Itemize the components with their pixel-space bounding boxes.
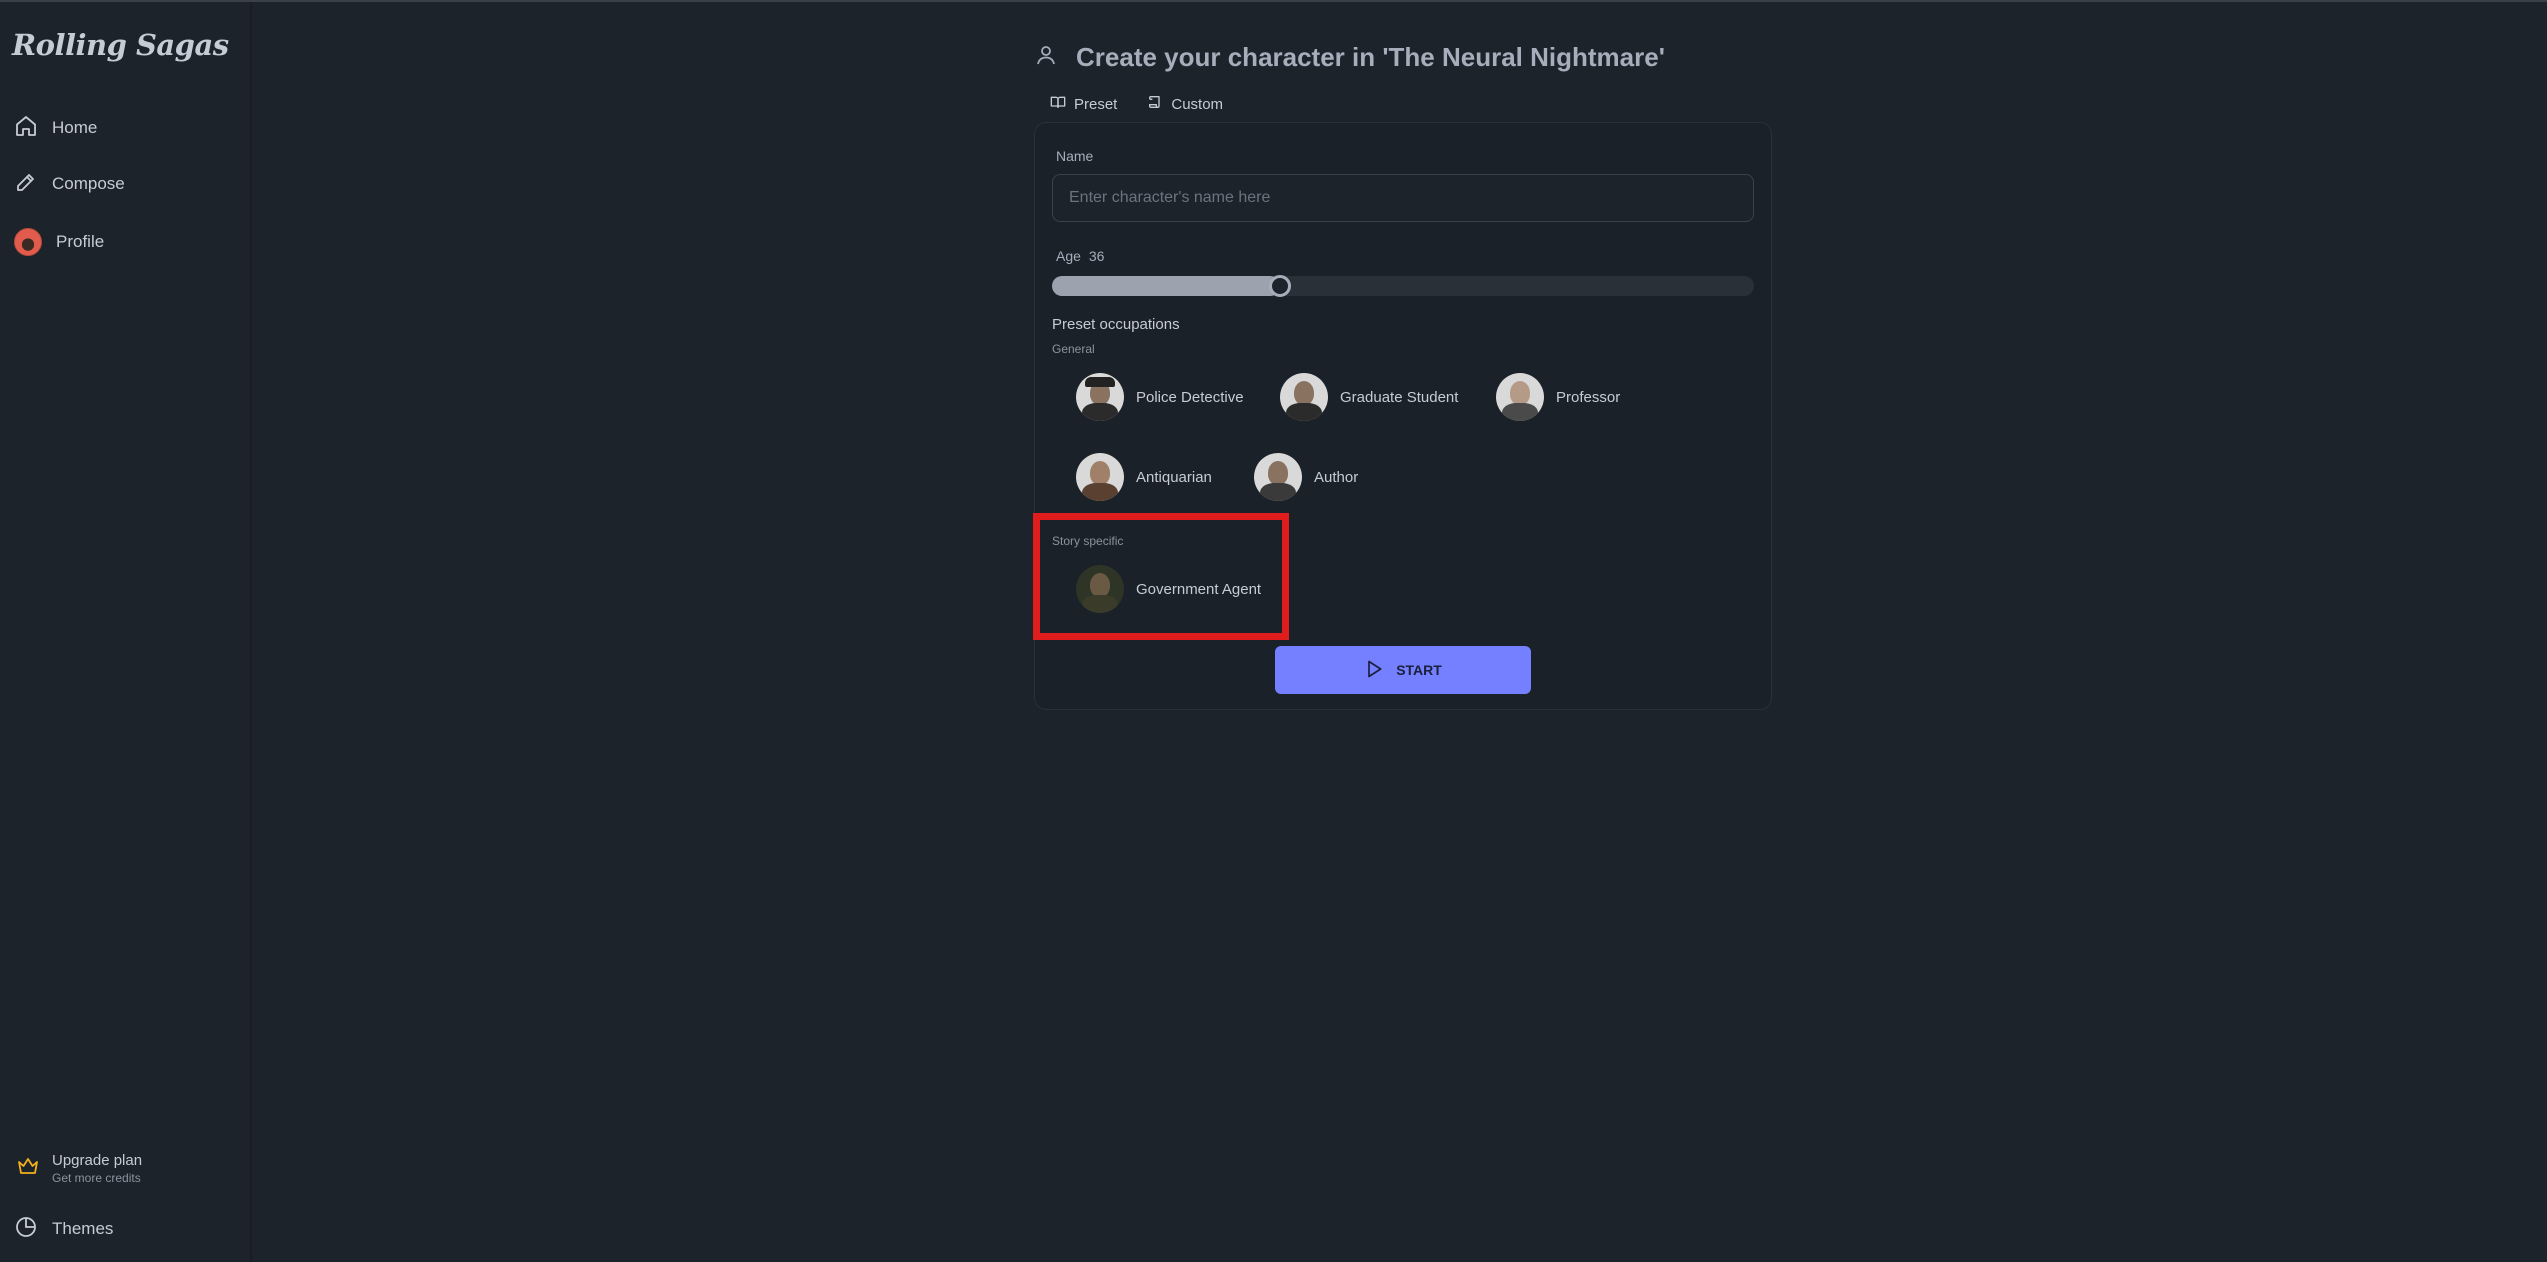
tab-preset[interactable]: Preset [1050,94,1117,114]
age-value: 36 [1088,248,1105,264]
age-slider-thumb[interactable] [1269,275,1291,297]
sidebar-item-compose[interactable]: Compose [14,164,234,204]
author-portrait [1254,453,1302,501]
start-button-label: START [1396,662,1442,678]
age-label-text: Age [1056,248,1081,264]
occupation-label: Author [1314,468,1359,486]
home-icon [14,114,38,143]
occupation-professor[interactable]: Professor [1496,373,1620,421]
preset-occupations-title: Preset occupations [1052,316,1180,333]
age-slider-fill [1052,276,1280,296]
crown-icon [16,1154,40,1183]
start-button[interactable]: START [1275,646,1531,694]
occupation-label: Police Detective [1136,388,1244,406]
sidebar-item-label: Profile [56,232,105,251]
sidebar-item-profile[interactable]: Profile [14,222,234,262]
app-logo[interactable]: Rolling Sagas [12,28,229,62]
avatar [14,228,42,256]
sidebar-item-home[interactable]: Home [14,108,234,148]
occupation-author[interactable]: Author [1254,453,1358,501]
play-icon [1364,659,1384,682]
occupation-label: Graduate Student [1340,388,1459,406]
sidebar-item-themes[interactable]: Themes [14,1209,234,1249]
occupation-label: Professor [1556,388,1621,406]
page-header: Create your character in 'The Neural Nig… [1034,42,1665,73]
tab-label: Custom [1171,95,1224,113]
age-slider[interactable] [1052,275,1754,297]
professor-portrait [1496,373,1544,421]
upgrade-title: Upgrade plan [52,1152,143,1169]
book-icon [1050,94,1066,114]
name-label: Name [1056,148,1094,164]
scroll-icon [1147,94,1163,114]
palette-icon [14,1215,38,1244]
occupation-graduate-student[interactable]: Graduate Student [1280,373,1458,421]
occupation-police-detective[interactable]: Police Detective [1076,373,1244,421]
upgrade-plan-button[interactable]: Upgrade plan Get more credits [16,1152,142,1185]
age-label: Age 36 [1056,248,1104,264]
sidebar-item-label: Compose [52,174,125,193]
highlight-box [1033,513,1289,640]
character-name-input[interactable] [1052,174,1754,222]
upgrade-subtitle: Get more credits [52,1171,141,1185]
graduate-student-portrait [1280,373,1328,421]
sidebar-item-label: Themes [52,1219,114,1238]
tab-custom[interactable]: Custom [1147,94,1223,114]
occupation-label: Antiquarian [1136,468,1212,486]
user-icon [1034,43,1058,72]
antiquarian-portrait [1076,453,1124,501]
mode-tabs: Preset Custom [1050,94,1223,114]
tab-label: Preset [1074,95,1118,113]
general-group-label: General [1052,342,1095,356]
occupation-antiquarian[interactable]: Antiquarian [1076,453,1212,501]
sidebar-item-label: Home [52,118,98,137]
window-top-border [0,0,2547,2]
sidebar: Rolling Sagas Home Compose Profile Upgra… [0,2,252,1262]
page-title: Create your character in 'The Neural Nig… [1076,42,1665,72]
pencil-icon [14,170,38,199]
police-detective-portrait [1076,373,1124,421]
